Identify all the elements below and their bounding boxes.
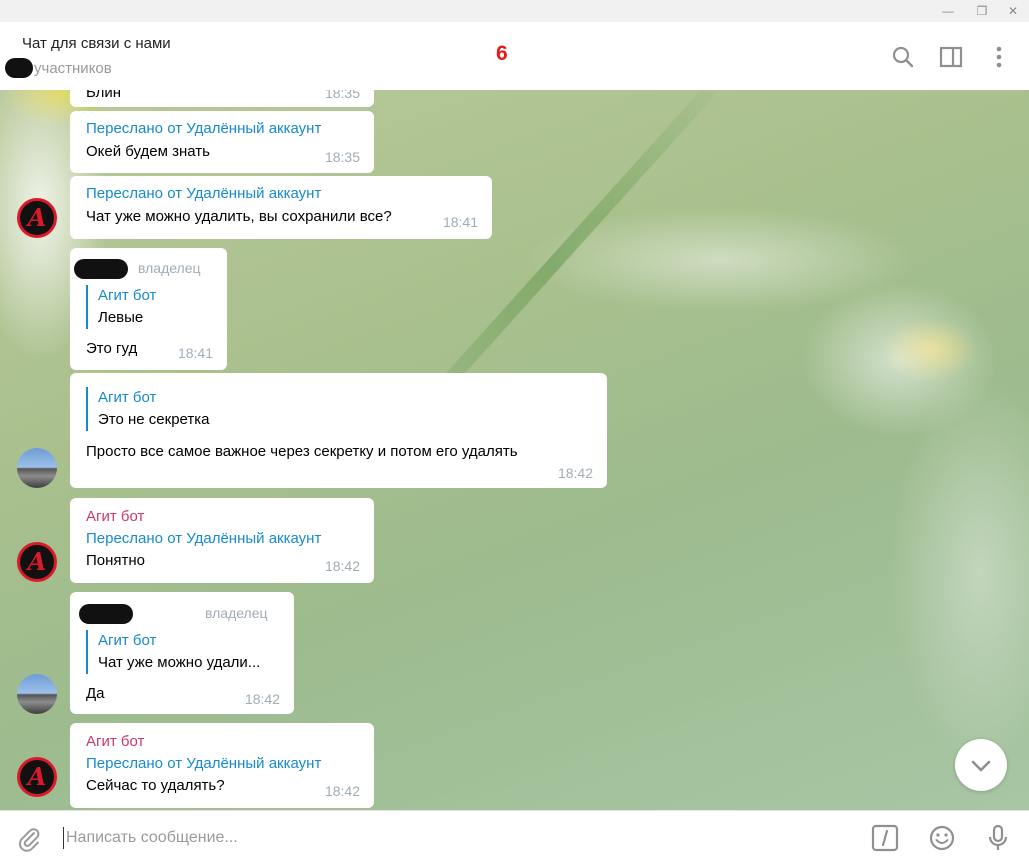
member-count-label: участников: [34, 60, 112, 77]
avatar[interactable]: [17, 674, 57, 714]
attach-icon[interactable]: [15, 824, 43, 852]
chat-header: Чат для связи с нами участников 6: [0, 22, 1029, 91]
more-vert-icon[interactable]: [986, 44, 1012, 70]
search-icon[interactable]: [890, 44, 916, 70]
message-composer: Написать сообщение...: [0, 810, 1029, 862]
message-time: 18:41: [177, 345, 213, 361]
forwarded-from[interactable]: Переслано от Удалённый аккаунт: [86, 185, 321, 202]
message-bubble[interactable]: Агит бот Переслано от Удалённый аккаунт …: [70, 723, 374, 808]
avatar[interactable]: A: [17, 757, 57, 797]
avatar[interactable]: A: [17, 542, 57, 582]
restore-button[interactable]: ❐: [974, 3, 990, 19]
avatar[interactable]: [17, 448, 57, 488]
sender-name[interactable]: Агит бот: [86, 508, 144, 525]
sidebar-toggle-icon[interactable]: [938, 44, 964, 70]
scroll-to-bottom-button[interactable]: [955, 739, 1007, 791]
message-text: Чат уже можно удалить, вы сохранили все?: [86, 208, 392, 225]
message-bubble[interactable]: Переслано от Удалённый аккаунт Чат уже м…: [70, 176, 492, 239]
message-bubble[interactable]: Блин 18:35: [70, 90, 374, 107]
message-bubble[interactable]: владелец Агит бот Чат уже можно удали...…: [70, 592, 294, 714]
reply-text: Это не секретка: [98, 411, 210, 428]
close-button[interactable]: ✕: [1005, 3, 1021, 19]
message-text: Сейчас то удалять?: [86, 777, 225, 794]
message-bubble[interactable]: владелец Агит бот Левые Это гуд 18:41: [70, 248, 227, 370]
reply-text: Чат уже можно удали...: [98, 654, 261, 671]
bot-command-icon[interactable]: [871, 824, 899, 852]
message-time: 18:35: [324, 90, 360, 101]
reply-author: Агит бот: [98, 287, 157, 304]
redacted-sender-name: [74, 259, 128, 279]
reply-quote[interactable]: Агит бот Чат уже можно удали...: [86, 630, 260, 674]
message-time: 18:41: [442, 214, 478, 230]
message-time: 18:35: [324, 149, 360, 165]
message-time: 18:42: [324, 783, 360, 799]
sender-role: владелец: [138, 260, 201, 276]
chat-title[interactable]: Чат для связи с нами: [22, 35, 171, 52]
message-text: Просто все самое важное через секретку и…: [86, 443, 518, 460]
message-text: Окей будем знать: [86, 143, 210, 160]
reply-text: Левые: [98, 309, 144, 326]
message-text: Блин: [86, 90, 122, 101]
chevron-down-icon: [971, 760, 991, 772]
message-bubble[interactable]: Агит бот Переслано от Удалённый аккаунт …: [70, 498, 374, 583]
forwarded-from[interactable]: Переслано от Удалённый аккаунт: [86, 120, 321, 137]
microphone-icon[interactable]: [984, 824, 1012, 852]
reply-quote[interactable]: Агит бот Это не секретка: [86, 387, 209, 431]
window-titlebar: — ❐ ✕: [0, 0, 1029, 22]
redacted-sender-name: [79, 604, 133, 624]
text-caret: [63, 827, 64, 849]
message-time: 18:42: [557, 465, 593, 481]
avatar[interactable]: A: [17, 198, 57, 238]
redacted-member-count: [5, 58, 33, 78]
message-time: 18:42: [324, 558, 360, 574]
sender-role: владелец: [205, 605, 268, 621]
annotation-number: 6: [496, 42, 508, 65]
message-bubble[interactable]: Агит бот Это не секретка Просто все само…: [70, 373, 607, 488]
reply-quote[interactable]: Агит бот Левые: [86, 285, 156, 329]
message-bubble[interactable]: Переслано от Удалённый аккаунт Окей буде…: [70, 111, 374, 173]
message-input[interactable]: Написать сообщение...: [66, 829, 238, 847]
message-text: Это гуд: [86, 340, 138, 357]
message-time: 18:42: [244, 691, 280, 707]
forwarded-from[interactable]: Переслано от Удалённый аккаунт: [86, 755, 321, 772]
message-text: Да: [86, 685, 105, 702]
sender-name[interactable]: Агит бот: [86, 733, 144, 750]
message-list[interactable]: Блин 18:35 Переслано от Удалённый аккаун…: [0, 90, 1029, 810]
emoji-icon[interactable]: [928, 824, 956, 852]
minimize-button[interactable]: —: [940, 3, 956, 19]
reply-author: Агит бот: [98, 632, 157, 649]
forwarded-from[interactable]: Переслано от Удалённый аккаунт: [86, 530, 321, 547]
message-text: Понятно: [86, 552, 146, 569]
reply-author: Агит бот: [98, 389, 157, 406]
